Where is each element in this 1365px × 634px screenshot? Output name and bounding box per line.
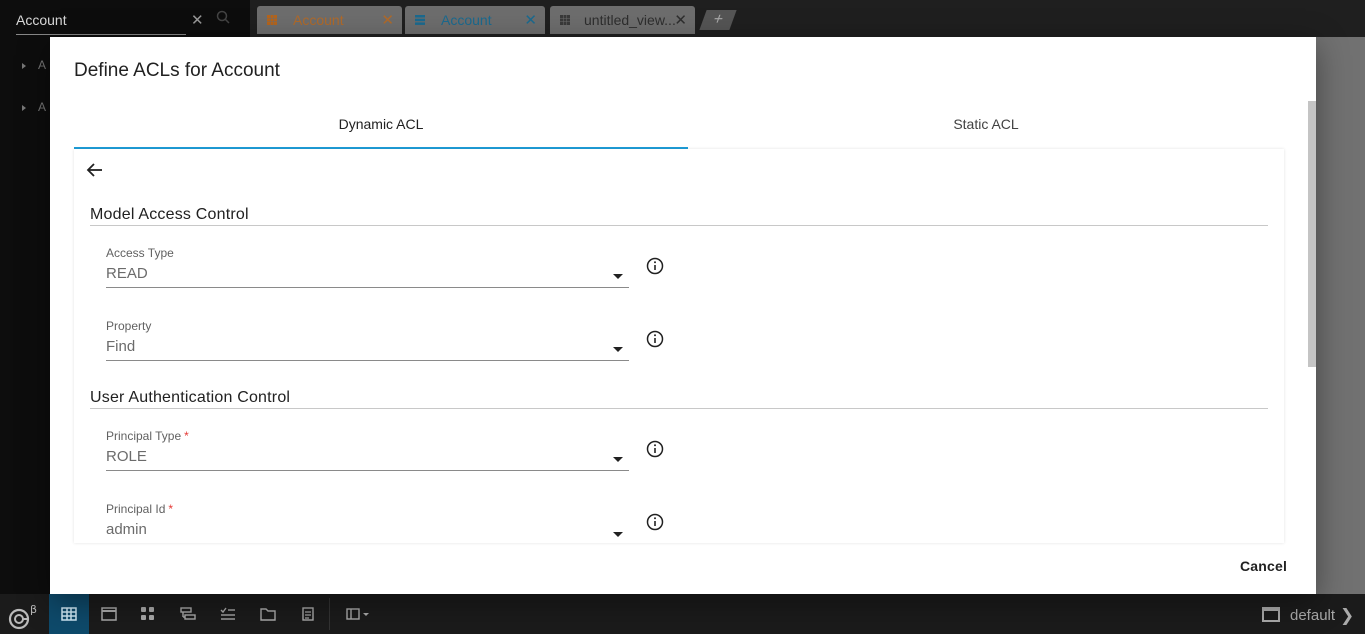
principal-id-select[interactable]: admin <box>106 520 629 543</box>
required-marker: * <box>168 502 174 516</box>
caret-right-icon <box>22 63 26 69</box>
grid-icon <box>267 15 277 25</box>
dialog-scrollbar[interactable] <box>1308 101 1316 367</box>
section-divider <box>90 408 1268 409</box>
chevron-right-icon[interactable]: ❯ <box>1340 606 1354 626</box>
select-value: admin <box>106 521 147 538</box>
section-title: Model Access Control <box>90 206 249 223</box>
acl-form: Model Access Control Access Type READ Pr… <box>74 149 1284 543</box>
window-button[interactable] <box>89 594 129 634</box>
grid-icon <box>560 15 570 25</box>
table-icon <box>61 607 77 621</box>
flow-button[interactable] <box>168 594 208 634</box>
field-label: Property <box>106 319 152 333</box>
field-label: Principal Type * <box>106 429 189 443</box>
close-icon[interactable]: ✕ <box>381 11 394 29</box>
dropdown-arrow-icon <box>613 347 623 352</box>
close-icon[interactable]: ✕ <box>524 11 537 29</box>
flow-icon <box>180 607 196 620</box>
close-icon[interactable]: ✕ <box>674 11 687 29</box>
checklist-icon <box>220 607 235 620</box>
search-icon[interactable] <box>216 10 230 24</box>
acl-tabs: Dynamic ACL Static ACL <box>74 108 1284 149</box>
apps-button[interactable] <box>128 594 168 634</box>
tab-account-list[interactable]: Account ✕ <box>405 6 545 34</box>
window-icon <box>101 607 117 621</box>
background-content <box>1316 37 1365 594</box>
tab-label: untitled_view... <box>584 12 676 28</box>
tab-dynamic-acl[interactable]: Dynamic ACL <box>74 108 688 149</box>
back-arrow-icon[interactable] <box>85 160 105 180</box>
select-value: Find <box>106 338 136 355</box>
section-divider <box>90 225 1268 226</box>
tree-item[interactable]: A <box>22 100 46 114</box>
info-icon[interactable] <box>646 440 664 458</box>
clear-search-icon[interactable]: ✕ <box>191 11 204 29</box>
caret-right-icon <box>22 105 26 111</box>
info-icon[interactable] <box>646 257 664 275</box>
logo-superscript: β <box>30 604 37 616</box>
checklist-button[interactable] <box>208 594 248 634</box>
select-value: ROLE <box>106 448 147 465</box>
workspace-icon <box>1262 607 1280 622</box>
clipboard-icon <box>302 607 314 621</box>
tab-label: Account <box>293 12 344 28</box>
section-title: User Authentication Control <box>90 389 291 406</box>
dialog-title: Define ACLs for Account <box>74 60 280 81</box>
layout-dropdown-button[interactable] <box>336 594 380 634</box>
field-label: Access Type <box>106 246 174 260</box>
dropdown-arrow-icon <box>613 532 623 537</box>
workspace-label[interactable]: default <box>1290 607 1335 624</box>
tab-untitled-view[interactable]: untitled_view... ✕ <box>550 6 695 34</box>
required-marker: * <box>184 429 189 443</box>
tree-item[interactable]: A <box>22 58 46 72</box>
app-logo: β <box>8 604 37 630</box>
folder-button[interactable] <box>248 594 288 634</box>
divider <box>329 598 330 630</box>
dropdown-arrow-icon <box>613 457 623 462</box>
dropdown-arrow-icon <box>613 274 623 279</box>
tab-label: Account <box>441 12 492 28</box>
layout-icon <box>346 608 369 620</box>
principal-type-select[interactable]: ROLE <box>106 447 629 471</box>
folder-icon <box>260 608 276 621</box>
field-label: Principal Id * <box>106 502 174 516</box>
cancel-button[interactable]: Cancel <box>1240 558 1287 574</box>
list-icon <box>415 15 425 25</box>
acl-dialog: Define ACLs for Account Dynamic ACL Stat… <box>50 37 1316 594</box>
tab-strip: Account ✕ Account ✕ untitled_view... ✕ + <box>250 0 1365 37</box>
info-icon[interactable] <box>646 513 664 531</box>
tab-account-grid[interactable]: Account ✕ <box>257 6 402 34</box>
tab-static-acl[interactable]: Static ACL <box>688 108 1284 149</box>
info-icon[interactable] <box>646 330 664 348</box>
add-tab-button[interactable]: + <box>699 10 737 30</box>
grid-view-button[interactable] <box>49 594 89 634</box>
select-value: READ <box>106 265 148 282</box>
search-input[interactable]: Account <box>16 8 186 35</box>
clipboard-button[interactable] <box>288 594 328 634</box>
access-type-select[interactable]: READ <box>106 264 629 288</box>
property-select[interactable]: Find <box>106 337 629 361</box>
apps-icon <box>141 607 154 620</box>
